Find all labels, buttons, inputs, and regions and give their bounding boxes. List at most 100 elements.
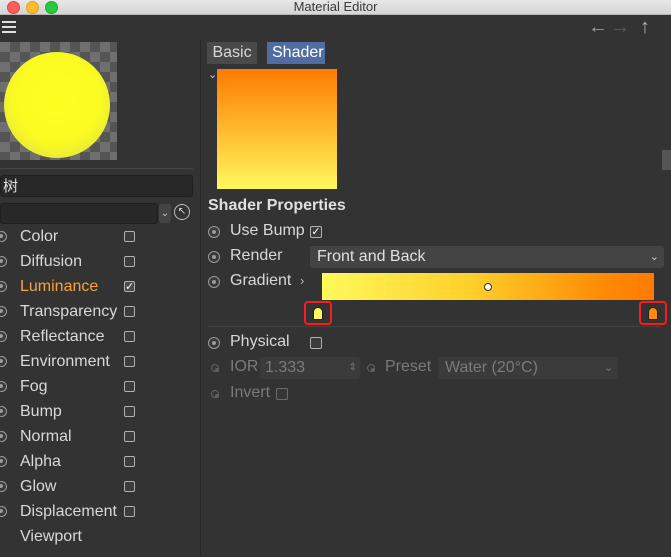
gradient-knot-start[interactable] bbox=[313, 307, 323, 320]
channel-label[interactable]: Alpha bbox=[20, 452, 61, 472]
channel-label[interactable]: Transparency bbox=[20, 302, 117, 322]
channel-reflectance[interactable]: Reflectance bbox=[0, 327, 200, 352]
animate-radio-icon[interactable] bbox=[208, 226, 220, 238]
chevron-down-icon[interactable]: ⌄ bbox=[159, 204, 171, 223]
window-title: Material Editor bbox=[293, 0, 378, 14]
channel-enable-checkbox[interactable] bbox=[124, 381, 135, 392]
title-bar: Material Editor bbox=[0, 0, 671, 15]
gradient-knot-end[interactable] bbox=[648, 307, 658, 320]
channel-glow[interactable]: Glow bbox=[0, 477, 200, 502]
animate-radio-icon[interactable] bbox=[0, 481, 7, 492]
channel-label[interactable]: Normal bbox=[20, 427, 72, 447]
channel-enable-checkbox[interactable] bbox=[124, 431, 135, 442]
physical-checkbox[interactable] bbox=[310, 337, 322, 349]
channel-enable-checkbox[interactable] bbox=[124, 506, 135, 517]
channel-bump[interactable]: Bump bbox=[0, 402, 200, 427]
material-preview-sphere bbox=[4, 52, 110, 158]
render-mode-value: Front and Back bbox=[317, 248, 426, 265]
channel-enable-checkbox[interactable] bbox=[124, 356, 135, 367]
channel-label[interactable]: Luminance bbox=[20, 277, 98, 297]
channel-environment[interactable]: Environment bbox=[0, 352, 200, 377]
gradient-midpoint-handle[interactable] bbox=[484, 283, 492, 291]
menu-icon[interactable] bbox=[2, 21, 16, 33]
channel-enable-checkbox[interactable] bbox=[124, 231, 135, 242]
animate-radio-icon[interactable] bbox=[208, 276, 220, 288]
preset-select[interactable]: Water (20°C) ⌄ bbox=[438, 357, 618, 379]
channel-normal[interactable]: Normal bbox=[0, 427, 200, 452]
channel-enable-checkbox[interactable] bbox=[124, 456, 135, 467]
channel-label[interactable]: Displacement bbox=[20, 502, 117, 522]
channel-enable-checkbox[interactable] bbox=[124, 406, 135, 417]
animate-radio-icon[interactable] bbox=[208, 337, 220, 349]
channel-label[interactable]: Reflectance bbox=[20, 327, 105, 347]
channel-search-input[interactable] bbox=[0, 203, 158, 224]
channel-luminance[interactable]: Luminance ✓ bbox=[0, 277, 200, 302]
channel-transparency[interactable]: Transparency bbox=[0, 302, 200, 327]
shader-panel: Basic Shader ⌄ Shader Properties Use Bum… bbox=[201, 40, 671, 557]
channel-displacement[interactable]: Displacement bbox=[0, 502, 200, 527]
animate-radio-icon[interactable] bbox=[211, 390, 219, 398]
channel-color[interactable]: Color bbox=[0, 227, 200, 252]
animate-radio-icon[interactable] bbox=[0, 406, 7, 417]
gradient-row: Gradient bbox=[201, 271, 301, 293]
channel-label[interactable]: Viewport bbox=[20, 527, 82, 547]
render-label: Render bbox=[230, 247, 283, 264]
animate-radio-icon[interactable] bbox=[0, 331, 7, 342]
channel-enable-checkbox[interactable] bbox=[124, 331, 135, 342]
ior-row: IOR bbox=[201, 357, 261, 379]
channel-list: Color Diffusion Luminance ✓ Transparency… bbox=[0, 227, 200, 552]
animate-radio-icon[interactable] bbox=[0, 256, 7, 267]
animate-radio-icon[interactable] bbox=[367, 364, 375, 372]
channel-label[interactable]: Fog bbox=[20, 377, 48, 397]
tab-basic[interactable]: Basic bbox=[207, 42, 257, 64]
channel-label[interactable]: Diffusion bbox=[20, 252, 82, 272]
back-arrow-icon[interactable]: ← bbox=[588, 16, 608, 39]
animate-radio-icon[interactable] bbox=[0, 381, 7, 392]
channel-enable-checkbox[interactable] bbox=[124, 256, 135, 267]
material-preview[interactable] bbox=[0, 42, 117, 160]
channel-diffusion[interactable]: Diffusion bbox=[0, 252, 200, 277]
invert-label: Invert bbox=[230, 384, 271, 401]
use-bump-label: Use Bump bbox=[230, 222, 305, 239]
use-bump-checkbox[interactable]: ✓ bbox=[310, 226, 322, 238]
gradient-label: Gradient bbox=[230, 272, 292, 289]
channel-enable-checkbox[interactable]: ✓ bbox=[124, 281, 135, 293]
channel-label[interactable]: Bump bbox=[20, 402, 62, 422]
gradient-knot-highlight bbox=[304, 301, 332, 325]
channel-label[interactable]: Environment bbox=[20, 352, 110, 372]
animate-radio-icon[interactable] bbox=[0, 231, 7, 242]
animate-radio-icon[interactable] bbox=[211, 364, 219, 372]
invert-checkbox[interactable] bbox=[276, 388, 288, 400]
channel-label[interactable]: Glow bbox=[20, 477, 56, 497]
animate-radio-icon[interactable] bbox=[0, 356, 7, 367]
channel-fog[interactable]: Fog bbox=[0, 377, 200, 402]
up-arrow-icon[interactable]: ↑ bbox=[640, 16, 650, 39]
channel-viewport[interactable]: Viewport bbox=[0, 527, 200, 552]
animate-radio-icon[interactable] bbox=[208, 251, 220, 263]
chevron-down-icon[interactable]: ⌄ bbox=[208, 68, 217, 81]
channel-alpha[interactable]: Alpha bbox=[0, 452, 200, 477]
animate-radio-icon[interactable] bbox=[0, 506, 7, 517]
ior-label: IOR bbox=[230, 358, 259, 375]
animate-radio-icon[interactable] bbox=[0, 281, 7, 292]
stepper-icon[interactable]: ⇕ bbox=[349, 357, 357, 379]
channel-label[interactable]: Color bbox=[20, 227, 58, 247]
material-name-field[interactable]: 树 bbox=[0, 175, 193, 197]
divider bbox=[0, 168, 193, 169]
gradient-knot-highlight bbox=[639, 301, 667, 325]
channel-enable-checkbox[interactable] bbox=[124, 306, 135, 317]
ior-input[interactable]: 1.333 ⇕ bbox=[260, 357, 360, 379]
preset-value: Water (20°C) bbox=[445, 359, 538, 376]
animate-radio-icon[interactable] bbox=[0, 431, 7, 442]
chevron-right-icon[interactable]: › bbox=[300, 273, 304, 288]
tab-shader[interactable]: Shader bbox=[267, 42, 325, 64]
invert-row: Invert bbox=[201, 383, 321, 405]
render-mode-select[interactable]: Front and Back ⌄ bbox=[310, 246, 664, 268]
animate-radio-icon[interactable] bbox=[0, 306, 7, 317]
pointer-pick-icon[interactable]: ↖ bbox=[174, 204, 190, 220]
shader-preview-swatch bbox=[217, 69, 337, 189]
physical-row: Physical bbox=[201, 332, 401, 354]
animate-radio-icon[interactable] bbox=[0, 456, 7, 467]
forward-arrow-icon[interactable]: → bbox=[610, 16, 630, 39]
channel-enable-checkbox[interactable] bbox=[124, 481, 135, 492]
